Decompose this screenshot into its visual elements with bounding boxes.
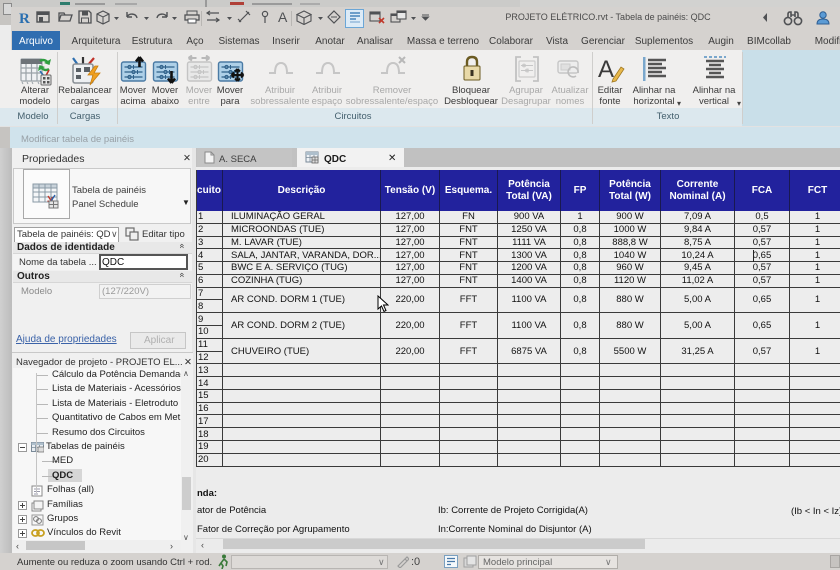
svg-text:A: A bbox=[278, 10, 288, 24]
svg-text:R: R bbox=[19, 11, 30, 26]
svg-text:A: A bbox=[598, 56, 614, 83]
